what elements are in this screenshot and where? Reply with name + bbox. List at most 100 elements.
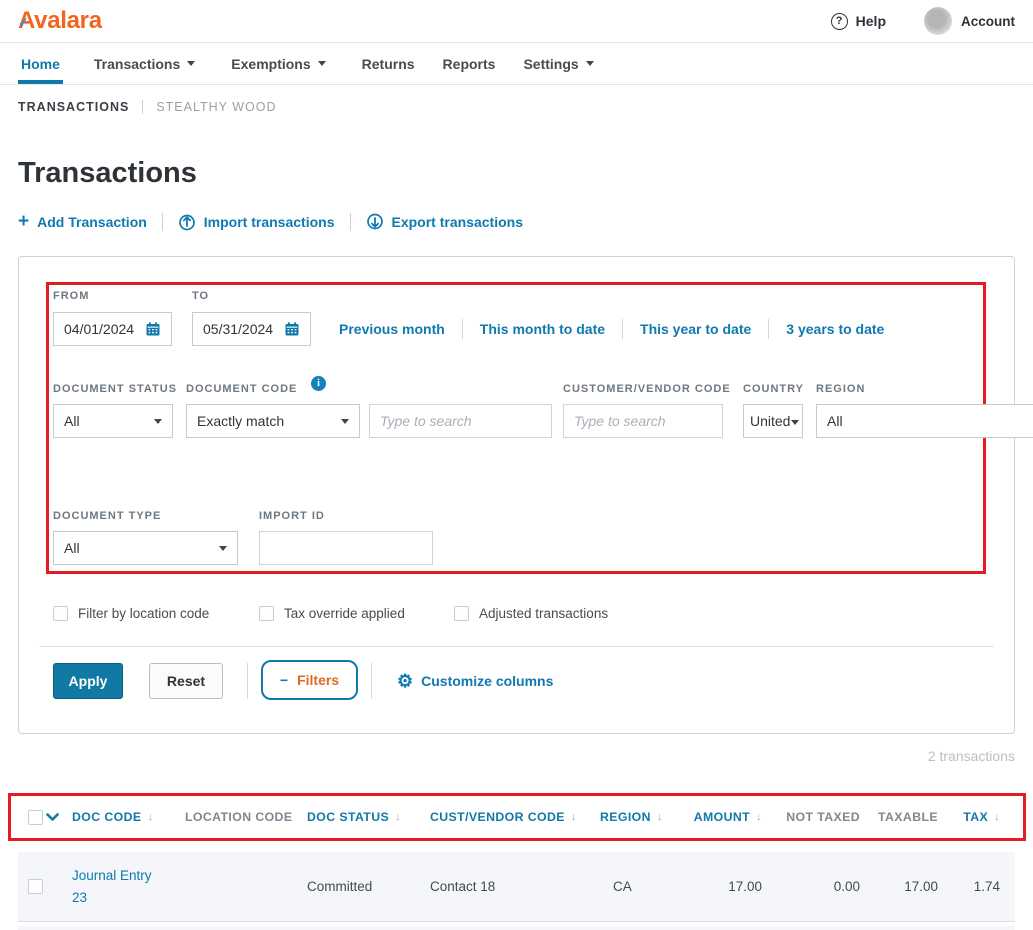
column-header-amount[interactable]: AMOUNT ↓ [670, 810, 762, 824]
column-header-region[interactable]: REGION ↓ [600, 810, 670, 824]
region-select[interactable]: All [816, 404, 1033, 438]
document-status-label: DOCUMENT STATUS [53, 383, 177, 395]
transaction-count: 2 transactions [928, 748, 1015, 764]
from-date-input[interactable]: 04/01/2024 [53, 312, 172, 346]
document-code-match-select[interactable]: Exactly match [186, 404, 360, 438]
divider [371, 663, 372, 699]
select-all-checkbox[interactable] [28, 810, 43, 825]
add-transaction-button[interactable]: + Add Transaction [18, 212, 147, 231]
adjusted-transactions-checkbox[interactable] [454, 606, 469, 621]
tax-override-checkbox[interactable] [259, 606, 274, 621]
customize-columns-button[interactable]: ⚙ Customize columns [397, 663, 553, 699]
three-years-to-date-link[interactable]: 3 years to date [786, 321, 884, 337]
calendar-icon[interactable] [145, 321, 161, 337]
chevron-down-icon [154, 419, 162, 424]
chevron-down-icon [318, 61, 326, 66]
nav-item-reports[interactable]: Reports [440, 43, 499, 84]
this-year-to-date-link[interactable]: This year to date [640, 321, 751, 337]
cell-taxable: 17.00 [860, 879, 938, 894]
country-select[interactable]: United [743, 404, 803, 438]
table-header-annotation: DOC CODE ↓ LOCATION CODE DOC STATUS ↓ CU… [8, 793, 1026, 841]
divider [162, 213, 163, 231]
sort-icon: ↓ [657, 811, 663, 823]
row-checkbox[interactable] [28, 879, 43, 894]
help-label: Help [856, 13, 886, 29]
column-header-not-taxed: NOT TAXED [762, 810, 860, 824]
to-date-input[interactable]: 05/31/2024 [192, 312, 311, 346]
export-transactions-button[interactable]: Export transactions [366, 213, 523, 231]
customer-vendor-search-input[interactable] [563, 404, 723, 438]
country-label: COUNTRY [743, 383, 804, 395]
avalara-logo[interactable]: Avalara ✓ [18, 7, 102, 35]
column-header-doc-code[interactable]: DOC CODE ↓ [72, 810, 185, 824]
help-button[interactable]: ? Help [831, 13, 886, 30]
account-button[interactable]: Account [924, 7, 1015, 35]
filters-toggle-button[interactable]: − Filters [261, 660, 358, 700]
this-month-to-date-link[interactable]: This month to date [480, 321, 605, 337]
chevron-down-icon [187, 61, 195, 66]
page-actions: + Add Transaction Import transactions Ex… [18, 212, 523, 231]
document-type-select[interactable]: All [53, 531, 238, 565]
divider [768, 319, 769, 339]
cell-doc-code: Journal Entry 23 [72, 865, 185, 909]
plus-icon: + [18, 212, 29, 231]
column-header-cust-vendor-code[interactable]: CUST/VENDOR CODE ↓ [430, 810, 600, 824]
divider [39, 646, 994, 647]
gear-icon: ⚙ [397, 672, 413, 690]
account-label: Account [961, 14, 1015, 29]
nav-item-returns[interactable]: Returns [359, 43, 418, 84]
cell-region: CA [600, 879, 670, 894]
document-code-search-input[interactable] [369, 404, 552, 438]
download-icon [366, 213, 384, 231]
nav-item-settings[interactable]: Settings [520, 43, 596, 84]
calendar-icon[interactable] [284, 321, 300, 337]
from-label: FROM [53, 290, 89, 302]
column-header-doc-status[interactable]: DOC STATUS ↓ [307, 810, 430, 824]
table-row: Journal Entry 23 Committed Contact 18 CA… [18, 852, 1015, 922]
info-icon[interactable]: i [311, 376, 326, 391]
divider [350, 213, 351, 231]
cell-tax: 1.74 [938, 879, 1000, 894]
sort-icon: ↓ [147, 811, 153, 823]
cell-doc-status: Committed [307, 879, 430, 894]
chevron-down-icon[interactable] [46, 813, 72, 822]
chevron-down-icon [586, 61, 594, 66]
avalara-logo-text: Avalara [18, 7, 102, 34]
import-id-label: IMPORT ID [259, 510, 325, 522]
column-header-tax[interactable]: TAX ↓ [938, 810, 1000, 824]
breadcrumb-divider [142, 100, 143, 114]
import-id-input[interactable] [259, 531, 433, 565]
document-code-label: DOCUMENT CODE [186, 383, 297, 395]
main-nav: Home Transactions Exemptions Returns Rep… [0, 43, 1033, 85]
column-header-location-code: LOCATION CODE [185, 810, 307, 824]
cell-not-taxed: 0.00 [762, 879, 860, 894]
table-header-row: DOC CODE ↓ LOCATION CODE DOC STATUS ↓ CU… [18, 796, 1008, 838]
filter-by-location-checkbox[interactable] [53, 606, 68, 621]
nav-item-transactions[interactable]: Transactions [91, 43, 198, 84]
table-row-partial [18, 926, 1015, 930]
chevron-down-icon [219, 546, 227, 551]
divider [462, 319, 463, 339]
filter-panel: FROM 04/01/2024 TO 05/31/2024 Previous m… [18, 256, 1015, 734]
nav-item-home[interactable]: Home [18, 43, 63, 84]
chevron-down-icon [791, 420, 799, 425]
sort-icon: ↓ [571, 811, 577, 823]
document-status-select[interactable]: All [53, 404, 173, 438]
reset-button[interactable]: Reset [149, 663, 223, 699]
quick-date-ranges: Previous month This month to date This y… [339, 312, 884, 346]
avatar [924, 7, 952, 35]
topbar-right: ? Help Account [831, 7, 1015, 35]
upload-icon [178, 213, 196, 231]
sort-icon: ↓ [994, 811, 1000, 823]
import-transactions-button[interactable]: Import transactions [178, 213, 335, 231]
apply-button[interactable]: Apply [53, 663, 123, 699]
doc-code-link[interactable]: Journal Entry 23 [72, 865, 164, 909]
breadcrumb-section[interactable]: TRANSACTIONS [18, 100, 129, 114]
document-type-label: DOCUMENT TYPE [53, 510, 161, 522]
page-title: Transactions [18, 157, 197, 190]
divider [247, 663, 248, 699]
to-label: TO [192, 290, 209, 302]
nav-item-exemptions[interactable]: Exemptions [228, 43, 328, 84]
cell-cust-vendor-code: Contact 18 [430, 879, 600, 894]
previous-month-link[interactable]: Previous month [339, 321, 445, 337]
